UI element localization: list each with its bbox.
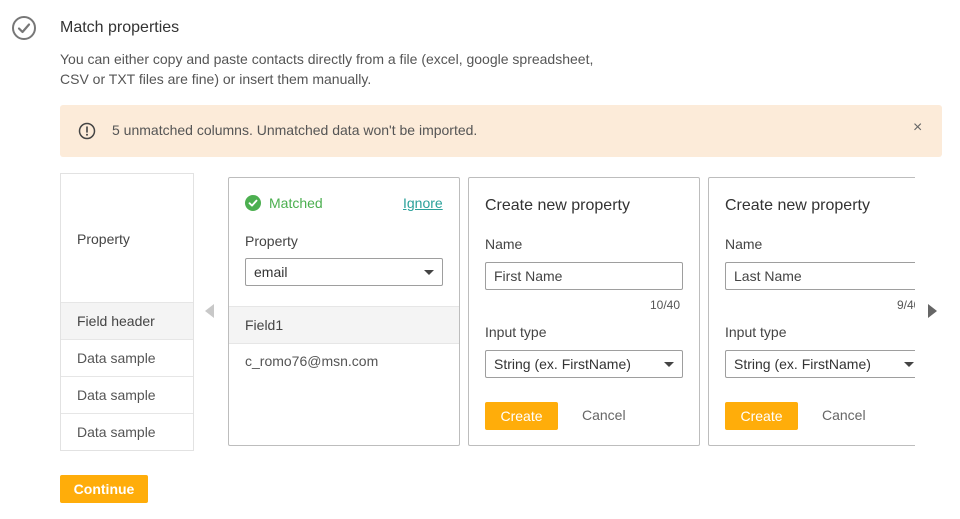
step-description: You can either copy and paste contacts d…	[60, 51, 594, 87]
scroll-left-arrow-icon[interactable]	[205, 304, 214, 318]
card-title: Create new property	[485, 197, 630, 214]
unmatched-alert: 5 unmatched columns. Unmatched data won'…	[60, 105, 942, 157]
exclamation-circle-icon	[78, 122, 96, 140]
input-type-select-value: String (ex. FirstName)	[494, 356, 631, 372]
check-circle-filled-icon	[245, 195, 261, 211]
data-sample-cell: c_romo76@msn.com	[245, 353, 379, 369]
cancel-button[interactable]: Cancel	[822, 407, 866, 423]
step-title: Match properties	[60, 19, 180, 36]
property-select[interactable]: email	[245, 258, 443, 286]
ignore-link[interactable]: Ignore	[403, 195, 443, 211]
create-property-card: Create new property Name First Name 10/4…	[468, 177, 700, 446]
char-counter: 9/40	[897, 298, 915, 312]
create-property-card: Create new property Name Last Name 9/40 …	[708, 177, 915, 446]
create-button[interactable]: Create	[725, 402, 798, 430]
field-header-cell: Field1	[229, 306, 459, 344]
char-counter: 10/40	[650, 298, 681, 312]
property-select-value: email	[254, 264, 288, 280]
scroll-right-arrow-icon[interactable]	[928, 304, 937, 318]
check-circle-icon	[12, 16, 36, 40]
cancel-button[interactable]: Cancel	[582, 407, 626, 423]
name-label: Name	[725, 236, 763, 252]
matched-label: Matched	[269, 195, 323, 211]
matched-column-card: Matched Ignore Property email Field1 c_r…	[228, 177, 460, 446]
data-sample-row-label: Data sample	[61, 339, 193, 376]
name-label: Name	[485, 236, 523, 252]
columns-carousel: Matched Ignore Property email Field1 c_r…	[228, 173, 915, 453]
caret-down-icon	[664, 362, 674, 367]
data-sample-row-label: Data sample	[61, 413, 193, 450]
input-type-select[interactable]: String (ex. FirstName)	[485, 350, 683, 378]
row-labels: Property Field header Data sample Data s…	[60, 173, 194, 451]
caret-down-icon	[904, 362, 914, 367]
continue-button[interactable]: Continue	[60, 475, 148, 503]
caret-down-icon	[424, 270, 434, 275]
input-type-select[interactable]: String (ex. FirstName)	[725, 350, 915, 378]
name-input[interactable]: First Name	[485, 262, 683, 290]
input-type-label: Input type	[725, 324, 787, 340]
create-button[interactable]: Create	[485, 402, 558, 430]
matched-status: Matched	[245, 195, 323, 211]
input-type-select-value: String (ex. FirstName)	[734, 356, 871, 372]
alert-text: 5 unmatched columns. Unmatched data won'…	[112, 122, 478, 138]
card-title: Create new property	[725, 197, 870, 214]
data-sample-row-label: Data sample	[61, 376, 193, 413]
field-header-row-label: Field header	[61, 302, 193, 339]
property-row-label: Property	[77, 231, 130, 247]
name-input[interactable]: Last Name	[725, 262, 915, 290]
property-label: Property	[245, 233, 298, 249]
alert-close-button[interactable]: ×	[913, 119, 922, 137]
input-type-label: Input type	[485, 324, 547, 340]
